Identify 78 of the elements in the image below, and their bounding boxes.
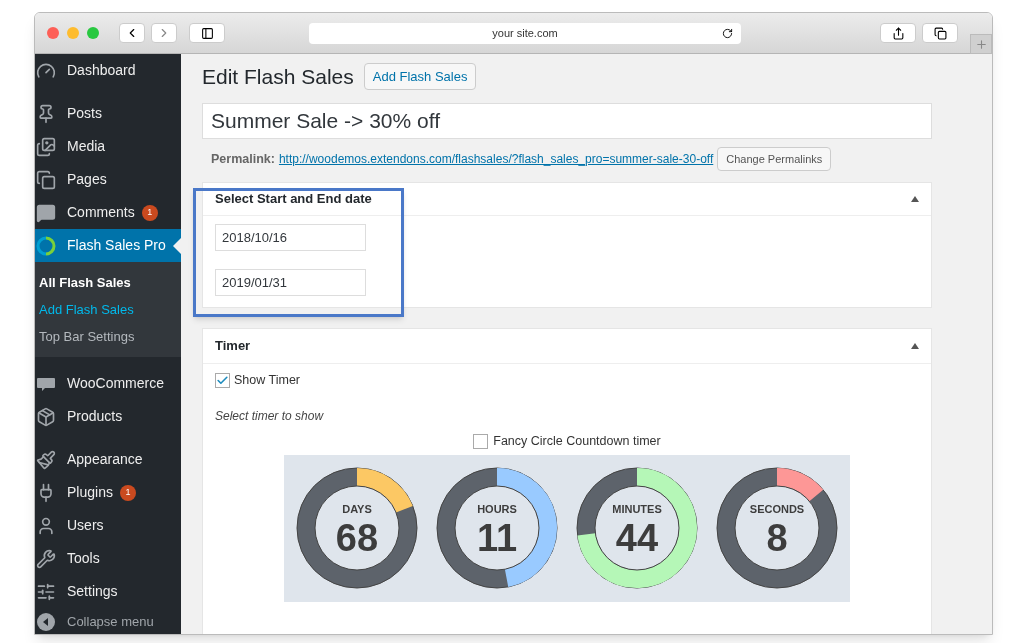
collapse-caret-icon[interactable] [911, 343, 919, 349]
sidebar-item[interactable]: Comments 1 [35, 196, 181, 229]
submenu-item[interactable]: Add Flash Sales [35, 296, 181, 323]
permalink-link[interactable]: http://woodemos.extendons.com/flashsales/?flash_sales_pro=summer-sale-30-off [278, 150, 714, 168]
sidebar-item[interactable]: Flash Sales Pro [35, 229, 181, 262]
wrench-icon [36, 548, 56, 569]
sidebar-item[interactable]: Plugins 1 [35, 476, 181, 509]
panel-title: Timer [215, 337, 251, 356]
sidebar-label: WooCommerce [67, 374, 164, 393]
page-title: Edit Flash Sales [202, 63, 354, 90]
sidebar-label: Plugins [67, 483, 113, 502]
end-date-field[interactable]: 2019/01/31 [215, 269, 366, 296]
share-button[interactable] [880, 23, 916, 43]
sidebar-item[interactable]: Users [35, 509, 181, 542]
back-button[interactable] [119, 23, 145, 43]
sidebar-item[interactable]: Tools [35, 542, 181, 575]
sidebar-item[interactable]: Appearance [35, 443, 181, 476]
sidebar-label: Flash Sales Pro [67, 236, 166, 255]
sidebar-item[interactable]: WooCommerce [35, 367, 181, 400]
sliders-icon [36, 581, 56, 602]
sidebar-label: Comments [67, 203, 135, 222]
pin-icon [36, 103, 56, 124]
sidebar-item[interactable]: Pages [35, 163, 181, 196]
reload-icon[interactable] [722, 27, 733, 39]
tabs-icon [933, 26, 947, 40]
box-icon [36, 406, 56, 427]
ring-value: 11 [476, 518, 518, 557]
sidebar-item[interactable]: Products [35, 400, 181, 433]
ring-label: MINUTES [612, 503, 662, 515]
add-flash-sales-button[interactable]: Add Flash Sales [363, 63, 477, 90]
collapse-menu-link[interactable]: Collapse menu [67, 612, 154, 632]
tabs-button[interactable] [922, 23, 958, 43]
paintbrush-icon [36, 449, 56, 470]
start-date-field[interactable]: 2018/10/16 [215, 224, 366, 251]
permalink-label: Permalink: [211, 150, 275, 168]
speech-bubble-icon [36, 202, 56, 223]
address-text: your site.com [492, 25, 558, 41]
sidebar-label: Appearance [67, 450, 143, 469]
sidebar-label: Media [67, 137, 106, 156]
fancy-timer-checkbox[interactable] [473, 433, 489, 449]
change-permalinks-button[interactable]: Change Permalinks [717, 147, 832, 171]
sidebar-label: Settings [67, 582, 118, 601]
select-timer-label: Select timer to show [214, 407, 325, 425]
share-icon [891, 26, 905, 40]
checkbox-label: Show Timer [234, 372, 300, 389]
ring-icon [36, 235, 56, 256]
panel-title: Select Start and End date [215, 190, 372, 209]
sidebar-label: Tools [67, 549, 100, 568]
sidebar-item[interactable]: Media [35, 130, 181, 163]
submenu-item[interactable]: Top Bar Settings [35, 323, 181, 350]
ring-label: HOURS [477, 503, 517, 515]
sidebar-label: Posts [67, 104, 102, 123]
ring-value: 8 [766, 518, 788, 557]
pages-icon [36, 169, 56, 190]
count-badge: 1 [141, 204, 158, 221]
sidebar-label: Dashboard [67, 61, 136, 80]
images-icon [36, 136, 56, 157]
sidebar-item[interactable]: Dashboard [35, 54, 181, 87]
sidebar-label: Products [67, 407, 123, 426]
sidebar-item[interactable]: Settings [35, 575, 181, 608]
sidebar-label: Users [67, 516, 104, 535]
submenu-item[interactable]: All Flash Sales [35, 269, 181, 296]
post-title-field[interactable]: Summer Sale -> 30% off [202, 103, 932, 139]
ring-value: 68 [335, 518, 379, 557]
sidebar-item[interactable]: Posts [35, 97, 181, 130]
count-badge: 1 [119, 484, 136, 501]
user-icon [36, 515, 56, 536]
sidebar-label: Pages [67, 170, 107, 189]
show-timer-checkbox[interactable] [215, 372, 230, 388]
checkbox-label: Fancy Circle Countdown timer [493, 432, 661, 450]
ring-label: DAYS [342, 503, 372, 515]
collapse-caret-icon[interactable] [911, 196, 919, 202]
ring-label: SECONDS [749, 503, 805, 515]
sidebar-toggle-button[interactable] [189, 23, 225, 43]
sidebar-icon [200, 26, 214, 40]
plus-icon [974, 37, 988, 51]
ring-value: 44 [615, 518, 659, 557]
address-field[interactable]: your site.com [309, 22, 741, 44]
